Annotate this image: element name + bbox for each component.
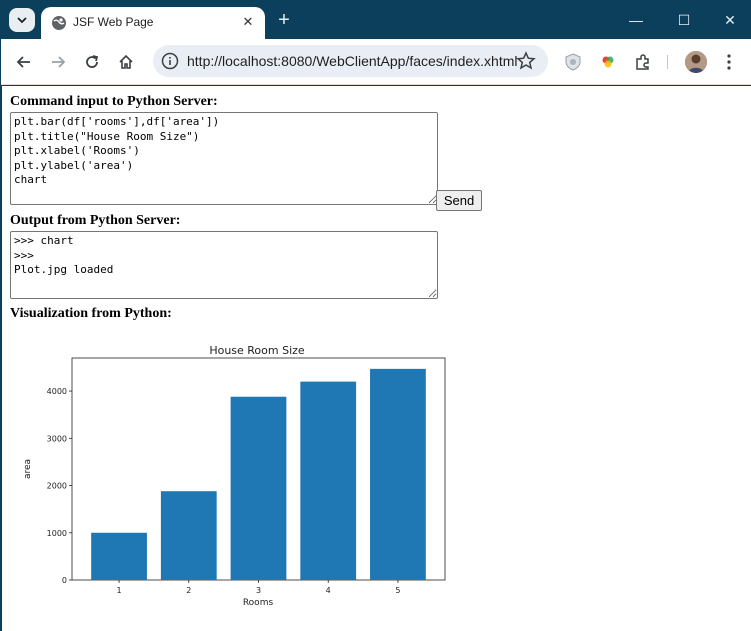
chart-bar bbox=[160, 491, 217, 580]
colorful-extension-icon[interactable] bbox=[598, 52, 618, 72]
tab-strip: JSF Web Page ✕ + — ☐ ✕ bbox=[1, 1, 751, 39]
tab-active[interactable]: JSF Web Page ✕ bbox=[41, 7, 265, 39]
maximize-button[interactable]: ☐ bbox=[669, 9, 699, 31]
more-vert-icon bbox=[727, 54, 731, 70]
browser-window: JSF Web Page ✕ + — ☐ ✕ http://localhost:… bbox=[0, 0, 751, 631]
globe-icon bbox=[52, 16, 66, 30]
tab-search-button[interactable] bbox=[9, 8, 35, 32]
info-icon[interactable] bbox=[161, 52, 179, 70]
y-tick-label: 2000 bbox=[47, 482, 67, 491]
arrow-right-icon bbox=[52, 56, 66, 68]
chart-bar bbox=[230, 396, 287, 580]
chart-bar bbox=[300, 381, 357, 580]
bar-chart-image: House Room Size 01000200030004000 12345 … bbox=[23, 344, 446, 608]
home-button[interactable] bbox=[115, 51, 137, 73]
y-tick-label: 4000 bbox=[47, 387, 67, 396]
chart-title: House Room Size bbox=[209, 344, 305, 357]
x-tick-label: 4 bbox=[326, 586, 331, 595]
minimize-button[interactable]: — bbox=[621, 9, 651, 31]
tab-close-button[interactable]: ✕ bbox=[239, 13, 257, 31]
reload-button[interactable] bbox=[81, 51, 103, 73]
browser-toolbar: http://localhost:8080/WebClientApp/faces… bbox=[1, 39, 751, 85]
forward-button[interactable] bbox=[47, 51, 69, 73]
chart-ylabel: area bbox=[23, 459, 33, 479]
command-input-textarea[interactable]: plt.bar(df['rooms'],df['area']) plt.titl… bbox=[10, 112, 438, 205]
menu-button[interactable] bbox=[719, 52, 739, 72]
toolbar-separator bbox=[667, 55, 668, 69]
star-icon[interactable] bbox=[516, 51, 536, 71]
command-input-label: Command input to Python Server: bbox=[10, 94, 218, 109]
chart-bar bbox=[370, 368, 426, 580]
tab-title: JSF Web Page bbox=[73, 15, 154, 29]
visualization-label: Visualization from Python: bbox=[10, 306, 172, 321]
puzzle-extensions-icon[interactable] bbox=[633, 52, 653, 72]
output-textarea[interactable]: >>> chart >>> Plot.jpg loaded bbox=[10, 231, 438, 299]
back-button[interactable] bbox=[13, 51, 35, 73]
close-window-button[interactable]: ✕ bbox=[715, 9, 745, 31]
chart-xlabel: Rooms bbox=[243, 598, 274, 608]
x-tick-label: 3 bbox=[256, 586, 261, 595]
reload-icon bbox=[86, 55, 99, 68]
home-icon bbox=[119, 54, 133, 69]
shield-extension-icon[interactable] bbox=[563, 52, 583, 72]
y-tick-label: 0 bbox=[62, 576, 67, 585]
page-content: Command input to Python Server: plt.bar(… bbox=[2, 86, 751, 631]
new-tab-button[interactable]: + bbox=[273, 10, 295, 32]
x-tick-label: 2 bbox=[186, 586, 191, 595]
url-text: http://localhost:8080/WebClientApp/faces… bbox=[187, 53, 518, 69]
y-tick-label: 3000 bbox=[47, 434, 67, 443]
output-label: Output from Python Server: bbox=[10, 213, 181, 228]
x-tick-label: 5 bbox=[395, 586, 400, 595]
send-button[interactable]: Send bbox=[436, 190, 482, 211]
y-tick-label: 1000 bbox=[47, 529, 67, 538]
chevron-down-icon bbox=[17, 17, 27, 24]
arrow-left-icon bbox=[16, 56, 30, 68]
chart-bar bbox=[91, 532, 147, 580]
x-tick-label: 1 bbox=[117, 586, 122, 595]
profile-avatar[interactable] bbox=[685, 51, 707, 73]
address-bar[interactable]: http://localhost:8080/WebClientApp/faces… bbox=[153, 45, 548, 77]
